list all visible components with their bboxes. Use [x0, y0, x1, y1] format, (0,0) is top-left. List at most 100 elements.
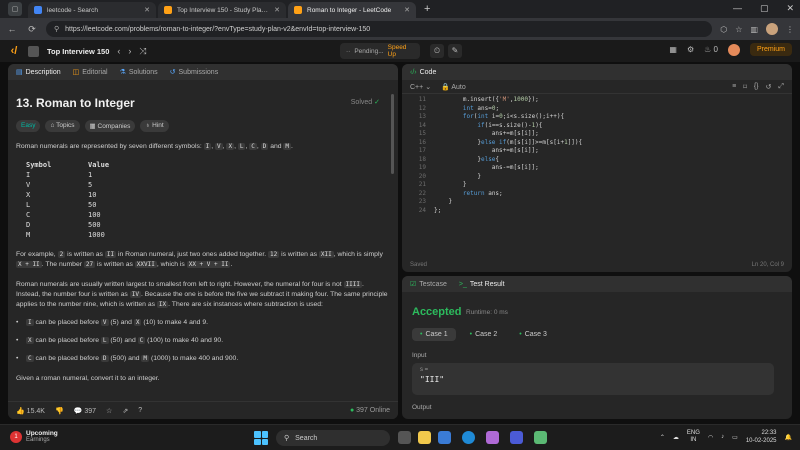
streak-counter[interactable]: ♨ 0 [704, 45, 718, 54]
pass-dot-icon: • [420, 331, 423, 338]
intro-paragraph: Roman numerals are represented by seven … [16, 143, 293, 150]
wifi-icon[interactable]: ◠ [708, 434, 713, 441]
braces-icon[interactable]: {} [754, 83, 759, 91]
minimize-icon[interactable]: — [733, 3, 742, 14]
topics-tag[interactable]: ⌂ Topics [45, 120, 80, 132]
close-window-icon[interactable]: ✕ [786, 3, 794, 14]
input-label: Input [412, 352, 427, 359]
case-3-tab[interactable]: • Case 3 [511, 328, 555, 341]
bookmark-code-icon[interactable]: ⌑ [743, 83, 747, 91]
inline-code: II [104, 251, 117, 258]
like-button[interactable]: 👍 15.4K [16, 407, 45, 415]
tab-testcase[interactable]: ☑ Testcase [410, 280, 447, 288]
companies-tag[interactable]: ▦ Companies [84, 120, 136, 132]
cloud-icon[interactable]: ☁ [673, 434, 679, 441]
help-icon[interactable]: ? [138, 407, 142, 414]
line-number: 22 [418, 189, 426, 197]
language-select[interactable]: C++ ⌄ [410, 83, 431, 91]
language-indicator[interactable]: ENG IN [687, 430, 700, 444]
taskbar-search[interactable]: ⚲ Search [276, 430, 390, 446]
inline-code: 27 [83, 261, 96, 268]
reload-icon[interactable]: ⟳ [26, 24, 38, 35]
tab-submissions[interactable]: ↺ Submissions [170, 68, 219, 76]
store-icon[interactable] [438, 431, 451, 444]
leetcode-logo-icon[interactable]: ‹/ [8, 45, 20, 57]
comments-button[interactable]: 💬 397 [74, 407, 96, 415]
weather-widget[interactable]: 1 Upcoming Earnings [10, 430, 58, 443]
tab-solutions[interactable]: ⚗ Solutions [120, 68, 158, 76]
tab-description[interactable]: ▤ Description [16, 68, 61, 76]
case-1-tab[interactable]: • Case 1 [412, 328, 456, 341]
symbol-table: Symbol Value I1 V5 X 10 L 50 C 100 D 500 M 100… [26, 160, 388, 240]
reset-icon[interactable]: ↺ [766, 83, 772, 91]
browser-tab-roman[interactable]: Roman to Integer - LeetCode ✕ [288, 2, 416, 18]
file-explorer-icon[interactable] [418, 431, 431, 444]
code-tab[interactable]: ‹/› Code [410, 69, 436, 76]
copilot-icon[interactable] [486, 431, 499, 444]
windows-start-icon[interactable] [254, 431, 268, 445]
closing-sentence: Given a roman numeral, convert it to an … [16, 375, 160, 382]
share-icon[interactable]: ⇗ [122, 407, 128, 415]
task-view-icon[interactable] [398, 431, 411, 444]
output-label: Output [412, 404, 432, 411]
format-icon[interactable]: ≡ [732, 83, 736, 91]
close-tab-icon[interactable]: ✕ [404, 6, 410, 14]
test-tabs: ☑ Testcase >_ Test Result [402, 276, 792, 292]
site-info-icon[interactable]: ⚲ [54, 25, 59, 33]
study-plan-title[interactable]: Top Interview 150 [47, 47, 109, 56]
extensions-icon[interactable]: ⬡ [720, 25, 727, 34]
close-tab-icon[interactable]: ✕ [144, 6, 150, 14]
code-editor[interactable]: 11 12 13 14 15 16 17 18 19 20 21 22 23 2… [402, 96, 792, 256]
case-2-tab[interactable]: • Case 2 [462, 328, 506, 341]
line-number: 17 [418, 147, 426, 154]
timer-icon[interactable]: ⏲ [430, 44, 444, 58]
back-icon[interactable]: ← [6, 24, 18, 34]
next-problem-icon[interactable]: › [128, 46, 131, 56]
window-menu-icon[interactable]: ▢ [8, 2, 22, 16]
settings-icon[interactable]: ⚙ [687, 45, 694, 54]
description-scrollbar[interactable] [391, 94, 394, 174]
dislike-icon[interactable]: 👎 [55, 407, 64, 415]
browser-tab-study-plan[interactable]: Top Interview 150 - Study Plan - L ✕ [158, 2, 286, 18]
inline-code: V [100, 319, 109, 326]
speed-up-button[interactable]: Speed Up [388, 44, 414, 58]
tab-test-result[interactable]: >_ Test Result [459, 281, 505, 288]
browser-tab-search[interactable]: leetcode - Search ✕ [28, 2, 156, 18]
list-item: I can be placed before V (5) and X (10) … [16, 318, 388, 328]
sidebar-icon[interactable]: ▥ [750, 25, 758, 34]
visual-studio-icon[interactable] [510, 431, 523, 444]
line-number: 11 [418, 96, 426, 103]
expand-icon[interactable]: ⤢ [778, 83, 784, 91]
hint-tag[interactable]: ♁ Hint [140, 120, 169, 132]
tab-label: Test Result [469, 280, 505, 288]
notes-icon[interactable]: ✎ [448, 44, 462, 58]
shuffle-icon[interactable]: ⤨ [139, 46, 146, 57]
table-cell: 500 [88, 221, 101, 229]
tab-editorial[interactable]: ◫ Editorial [73, 68, 108, 76]
browser-menu-icon[interactable]: ⋮ [786, 25, 794, 34]
close-tab-icon[interactable]: ✕ [274, 6, 280, 14]
url-bar[interactable]: ⚲ https://leetcode.com/problems/roman-to… [46, 21, 713, 37]
favorite-icon[interactable]: ☆ [106, 407, 112, 415]
problem-title[interactable]: 13. Roman to Integer [16, 96, 388, 110]
user-avatar[interactable] [727, 43, 740, 56]
new-tab-button[interactable]: + [424, 3, 430, 15]
chrome-icon[interactable] [534, 431, 547, 444]
layout-icon[interactable]: ▦ [669, 45, 677, 54]
lightbulb-icon: ♁ [145, 122, 151, 129]
bookmark-icon[interactable]: ☆ [735, 25, 742, 34]
edge-icon[interactable] [462, 431, 475, 444]
auto-mode[interactable]: 🔒 Auto [441, 83, 466, 91]
comment-icon: 💬 [73, 407, 83, 415]
inline-code: XII [318, 251, 334, 258]
prev-problem-icon[interactable]: ‹ [117, 46, 120, 56]
volume-icon[interactable]: ♪ [721, 434, 724, 440]
table-row: D 500 [26, 220, 388, 230]
profile-avatar[interactable] [766, 23, 778, 35]
maximize-icon[interactable]: ▢ [760, 3, 769, 14]
clock[interactable]: 22:33 10-02-2025 [746, 429, 777, 445]
tray-chevron-icon[interactable]: ⌃ [660, 434, 665, 441]
battery-icon[interactable]: ▭ [732, 434, 738, 441]
premium-button[interactable]: Premium [749, 43, 792, 56]
notifications-icon[interactable]: 🔔 [785, 434, 792, 441]
